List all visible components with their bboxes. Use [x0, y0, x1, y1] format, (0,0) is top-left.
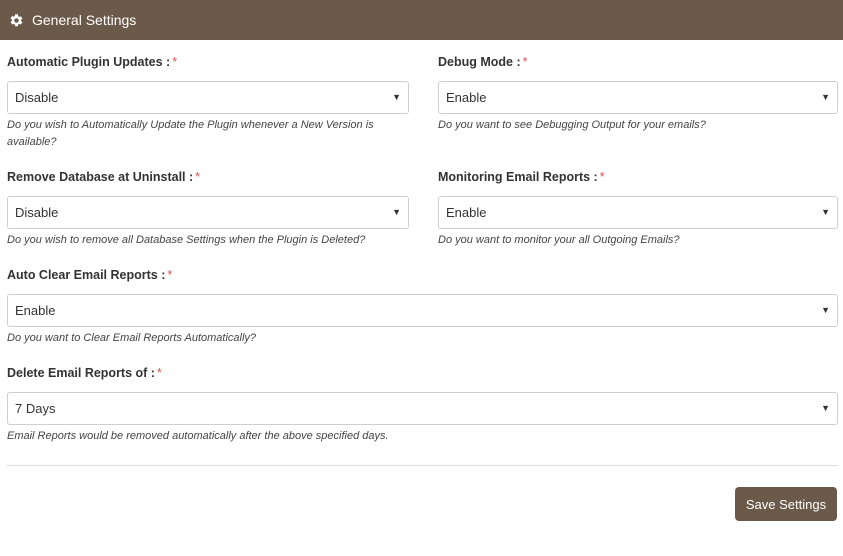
required-marker: * — [156, 366, 162, 380]
delete-reports-value: 7 Days — [15, 401, 56, 416]
gear-icon — [10, 13, 23, 26]
plugin-updates-value: Disable — [15, 90, 59, 105]
dropdown-arrow-icon: ▼ — [392, 207, 401, 217]
required-marker: * — [522, 55, 528, 69]
debug-mode-help: Do you want to see Debugging Output for … — [438, 119, 706, 131]
save-settings-button[interactable]: Save Settings — [735, 487, 837, 521]
required-marker: * — [599, 170, 605, 184]
remove-database-field: Remove Database at Uninstall : * Disable … — [7, 169, 409, 249]
panel-title: General Settings — [32, 12, 137, 28]
plugin-updates-help: Do you wish to Automatically Update the … — [7, 119, 374, 148]
auto-clear-help: Do you want to Clear Email Reports Autom… — [7, 332, 257, 344]
monitoring-reports-select[interactable]: Enable ▼ — [438, 196, 838, 229]
delete-reports-label: Delete Email Reports of : * — [7, 366, 162, 380]
required-marker: * — [172, 55, 178, 69]
delete-reports-help: Email Reports would be removed automatic… — [7, 430, 389, 442]
plugin-updates-label: Automatic Plugin Updates : * — [7, 55, 178, 69]
monitoring-reports-label: Monitoring Email Reports : * — [438, 170, 605, 184]
dropdown-arrow-icon: ▼ — [821, 207, 830, 217]
monitoring-reports-field: Monitoring Email Reports : * Enable ▼ Do … — [438, 169, 838, 249]
plugin-updates-field: Automatic Plugin Updates : * Disable ▼ Do… — [7, 54, 409, 151]
required-marker: * — [195, 170, 201, 184]
remove-database-label: Remove Database at Uninstall : * — [7, 170, 201, 184]
remove-database-value: Disable — [15, 205, 59, 220]
dropdown-arrow-icon: ▼ — [392, 92, 401, 102]
required-marker: * — [167, 268, 173, 282]
monitoring-reports-help: Do you want to monitor your all Outgoing… — [438, 234, 680, 246]
dropdown-arrow-icon: ▼ — [821, 403, 830, 413]
monitoring-reports-value: Enable — [446, 205, 487, 220]
dropdown-arrow-icon: ▼ — [821, 92, 830, 102]
auto-clear-label: Auto Clear Email Reports : * — [7, 268, 173, 282]
panel-header: General Settings — [0, 0, 843, 40]
debug-mode-field: Debug Mode : * Enable ▼ Do you want to se… — [438, 54, 838, 134]
remove-database-help: Do you wish to remove all Database Setti… — [7, 234, 366, 246]
divider — [7, 465, 838, 466]
delete-reports-field: Delete Email Reports of : * 7 Days ▼ Emai… — [7, 365, 838, 445]
plugin-updates-select[interactable]: Disable ▼ — [7, 81, 409, 114]
debug-mode-label: Debug Mode : * — [438, 55, 528, 69]
dropdown-arrow-icon: ▼ — [821, 305, 830, 315]
auto-clear-value: Enable — [15, 303, 56, 318]
debug-mode-select[interactable]: Enable ▼ — [438, 81, 838, 114]
auto-clear-select[interactable]: Enable ▼ — [7, 294, 838, 327]
debug-mode-value: Enable — [446, 90, 487, 105]
remove-database-select[interactable]: Disable ▼ — [7, 196, 409, 229]
auto-clear-field: Auto Clear Email Reports : * Enable ▼ Do … — [7, 267, 838, 347]
delete-reports-select[interactable]: 7 Days ▼ — [7, 392, 838, 425]
